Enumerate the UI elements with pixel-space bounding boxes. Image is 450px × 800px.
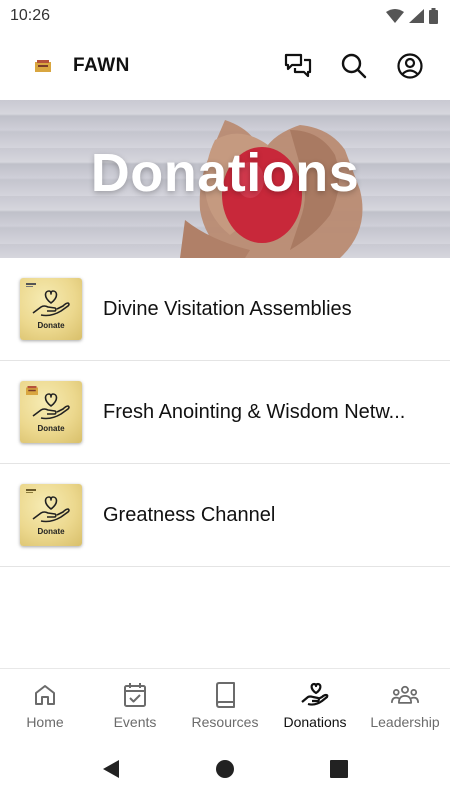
app-title: FAWN [73, 55, 130, 76]
system-home-button[interactable] [168, 759, 282, 779]
nav-donations-label: Donations [283, 714, 347, 730]
nav-events-label: Events [113, 714, 157, 730]
wifi-icon [386, 9, 404, 23]
donation-list: Donate Divine Visitation Assemblies Dona… [0, 258, 450, 567]
donate-thumbnail: Donate [20, 484, 82, 546]
church-logo-icon [26, 283, 36, 287]
back-triangle-icon [103, 760, 119, 778]
chat-button[interactable] [284, 52, 312, 80]
donate-thumbnail: Donate [20, 278, 82, 340]
home-circle-icon [216, 760, 234, 778]
hero-banner: Donations [0, 100, 450, 258]
recents-square-icon [330, 760, 348, 778]
donation-item-label: Greatness Channel [103, 503, 276, 526]
app-logo-icon [35, 60, 51, 72]
cellular-signal-icon [409, 9, 424, 23]
battery-icon [429, 8, 438, 24]
nav-home-label: Home [26, 714, 64, 730]
fawn-logo-icon [26, 386, 38, 395]
nav-donations[interactable]: Donations [270, 669, 360, 738]
nav-leadership-label: Leadership [370, 714, 440, 730]
hand-heart-icon [32, 392, 70, 419]
nav-events[interactable]: Events [90, 669, 180, 738]
app-bar: FAWN [0, 32, 450, 100]
account-circle-icon [397, 53, 423, 79]
donate-label: Donate [37, 423, 65, 433]
channel-logo-icon [26, 489, 36, 493]
system-recents-button[interactable] [282, 760, 396, 778]
donation-item-divine-visitation-assemblies[interactable]: Donate Divine Visitation Assemblies [0, 258, 450, 361]
nav-resources[interactable]: Resources [180, 669, 270, 738]
nav-home[interactable]: Home [0, 669, 90, 738]
donation-item-fresh-anointing-wisdom-network[interactable]: Donate Fresh Anointing & Wisdom Netw... [0, 361, 450, 464]
book-icon [216, 682, 235, 708]
home-icon [35, 685, 55, 705]
group-icon [391, 685, 419, 704]
bottom-navigation: Home Events Resources Donations Leadersh… [0, 668, 450, 738]
status-icons [386, 8, 438, 24]
search-icon [341, 53, 367, 79]
hand-heart-icon [32, 495, 70, 522]
donate-label: Donate [37, 526, 65, 536]
hand-heart-icon [301, 682, 329, 706]
nav-leadership[interactable]: Leadership [360, 669, 450, 738]
hero-title: Donations [90, 143, 360, 203]
donate-label: Donate [37, 320, 65, 330]
profile-button[interactable] [396, 52, 424, 80]
donation-item-label: Fresh Anointing & Wisdom Netw... [103, 400, 406, 423]
donation-item-greatness-channel[interactable]: Donate Greatness Channel [0, 464, 450, 567]
status-bar: 10:26 [0, 0, 450, 32]
chat-icon [284, 53, 312, 78]
system-navigation [0, 738, 450, 800]
nav-resources-label: Resources [191, 714, 259, 730]
donation-item-label: Divine Visitation Assemblies [103, 297, 352, 320]
calendar-check-icon [124, 683, 146, 707]
system-back-button[interactable] [54, 759, 168, 779]
hand-heart-icon [32, 289, 70, 316]
donate-thumbnail: Donate [20, 381, 82, 443]
status-time: 10:26 [10, 7, 51, 24]
search-button[interactable] [340, 52, 368, 80]
